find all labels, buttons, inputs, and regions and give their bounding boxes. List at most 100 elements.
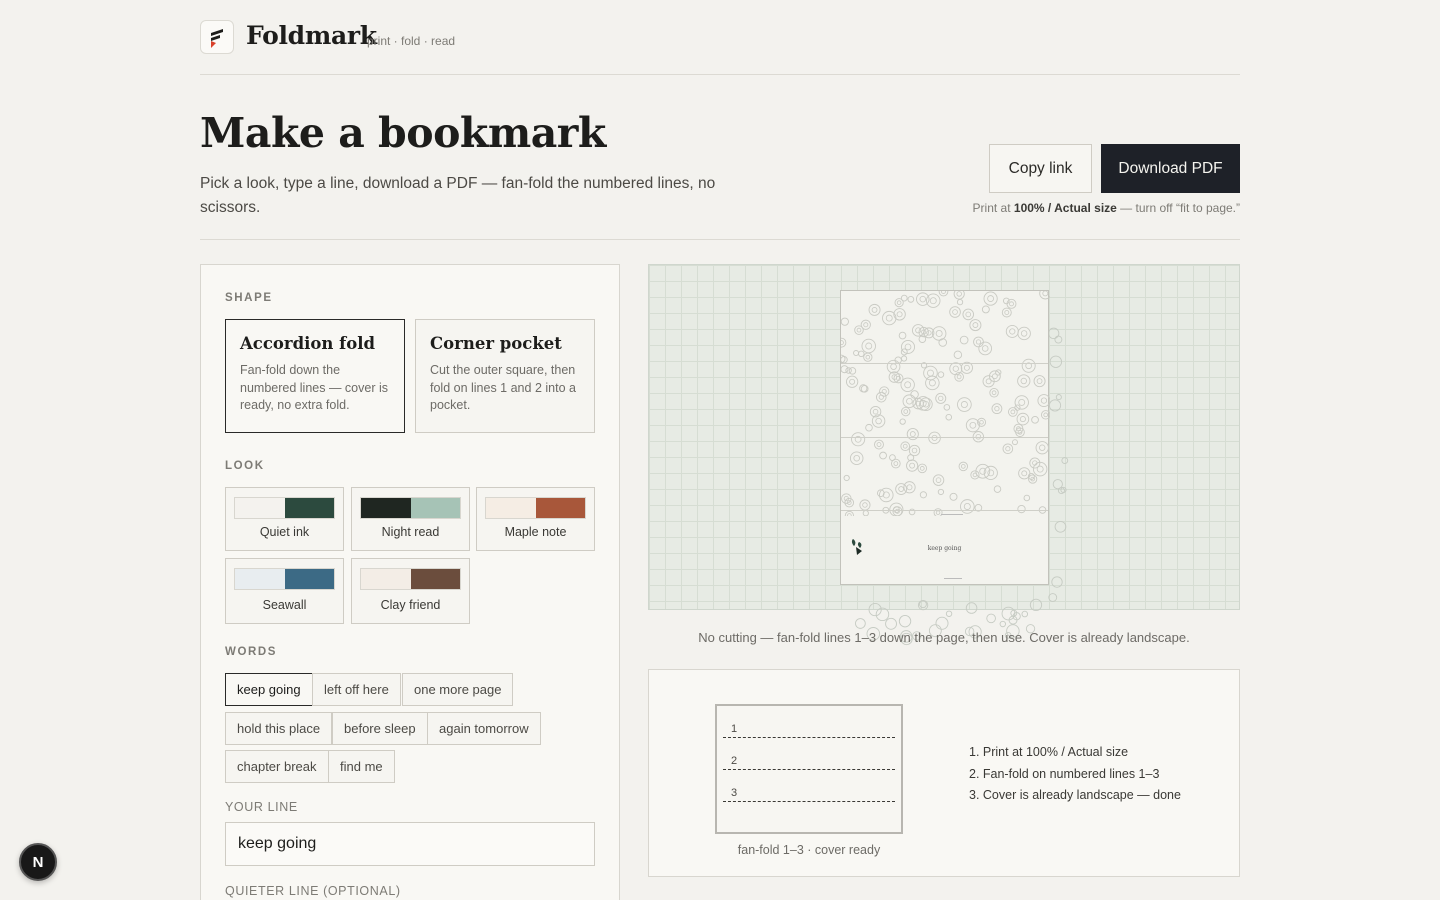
shape-option-corner-pocket[interactable]: Corner pocket Cut the outer square, then… [415,319,595,433]
word-chip[interactable]: find me [328,750,395,783]
swirl-mark [865,342,873,350]
swirl-mark [953,291,965,300]
swirl-mark [898,486,905,492]
download-pdf-button[interactable]: Download PDF [1101,144,1240,193]
swirl-mark [1017,326,1031,341]
swirl-mark [956,291,962,297]
swirl-mark [907,295,915,303]
swirl-mark [853,454,860,462]
your-line-input[interactable] [225,822,595,866]
swirl-mark [1002,443,1014,455]
word-chip[interactable]: left off here [312,673,401,706]
swatch-light [486,498,536,518]
swirl-mark [973,336,984,348]
swirl-mark [1009,301,1014,307]
swirl-mark [901,406,911,417]
swirl-mark [981,305,990,314]
swirl-mark [925,375,940,391]
page-subtitle: Pick a look, type a line, download a PDF… [200,175,716,216]
swirl-mark [904,343,912,351]
swirl-mark [890,363,897,370]
color-swatch [234,497,335,519]
look-option-label: Quiet ink [259,525,310,539]
swatch-dark [284,498,334,518]
swirl-mark [845,375,859,388]
swirl-mark [952,365,959,372]
swirl-mark [969,319,982,332]
swirl-mark [1005,446,1011,452]
swirl-mark [987,295,994,302]
fold-line [841,510,1048,511]
look-option-maple-note[interactable]: Maple note [476,487,595,551]
n-badge-button[interactable]: N [19,843,57,881]
word-chip[interactable]: hold this place [225,712,333,745]
look-option-seawall[interactable]: Seawall [225,558,344,624]
swirl-mark [1021,470,1028,477]
swirl-mark [856,327,862,333]
word-chip[interactable]: one more page [402,673,514,706]
swirl-mark [1019,416,1026,423]
swirl-mark [1029,598,1043,611]
options-panel: SHAPE Accordion fold Fan-fold down the n… [200,264,620,900]
steps-list: 1. Print at 100% / Actual size 2. Fan-fo… [969,742,1181,807]
look-option-quiet-ink[interactable]: Quiet ink [225,487,344,551]
swirl-mark [896,311,903,318]
swirl-mark [851,432,866,447]
swirl-mark [938,395,944,402]
color-swatch [234,568,335,590]
swirl-mark [959,335,969,345]
swirl-mark [868,303,881,316]
swirl-mark [915,327,922,334]
swirl-mark [1040,397,1048,404]
swirl-mark [865,354,871,360]
swirl-mark [1049,355,1063,368]
swirl-mark [1001,307,1012,318]
swirl-mark [893,461,899,466]
swirl-mark [989,388,999,398]
look-option-night-read[interactable]: Night read [351,487,470,551]
look-option-clay-friend[interactable]: Clay friend [351,558,470,624]
swirl-mark [935,477,942,483]
swirl-mark [993,485,1002,493]
swirl-mark [908,444,921,457]
swirl-mark [885,314,893,322]
shape-option-accordion[interactable]: Accordion fold Fan-fold down the numbere… [225,319,405,433]
shape-option-title: Corner pocket [430,334,562,353]
color-swatch [485,497,586,519]
swirl-mark [949,306,961,318]
word-chip[interactable]: keep going [225,673,313,706]
swirl-mark [1014,395,1029,410]
swirl-mark [991,390,997,396]
brand-name[interactable]: Foldmark [246,21,377,50]
shape-section-label: SHAPE [225,292,273,304]
swirl-mark [963,503,971,510]
swatch-dark [284,569,334,589]
swirl-mark [1017,374,1031,388]
swirl-mark [1055,394,1062,401]
swirl-mark [949,492,958,501]
step-item: 1. Print at 100% / Actual size [969,745,1129,759]
word-chip[interactable]: again tomorrow [427,712,541,745]
swirl-mark [1020,377,1027,385]
swirl-mark [896,300,902,305]
fold-diagram: 1 2 3 [715,704,903,834]
swirl-mark [1048,593,1058,602]
swirl-mark [1036,465,1044,473]
swirl-mark [871,307,878,313]
swirl-mark [952,309,958,315]
swirl-mark [1041,410,1050,420]
cover-rule [941,514,963,515]
swirl-mark [1048,327,1060,339]
word-chip[interactable]: before sleep [332,712,428,745]
swirl-mark [941,291,946,294]
swirl-mark [935,392,947,404]
swirl-mark [917,463,928,474]
swirl-mark [860,319,871,330]
fold-line [841,437,1048,438]
copy-link-button[interactable]: Copy link [989,144,1092,193]
swirl-mark [991,403,1003,415]
word-chip[interactable]: chapter break [225,750,329,783]
step-item: 3. Cover is already landscape — done [969,788,1181,802]
logo[interactable] [200,20,234,54]
look-section-label: LOOK [225,460,265,472]
